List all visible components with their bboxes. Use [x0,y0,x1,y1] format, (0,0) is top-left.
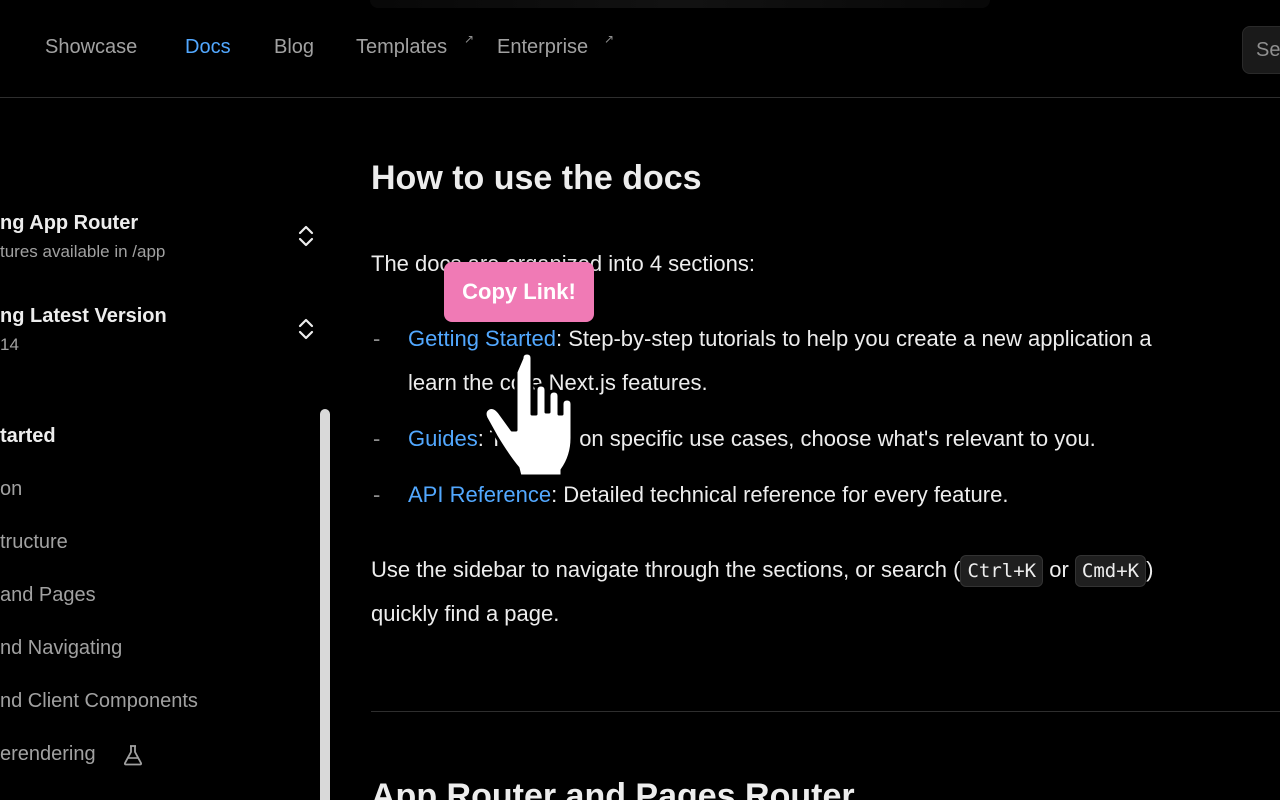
flask-icon [123,745,143,766]
sidebar-item-project-structure[interactable]: tructure [0,531,68,554]
nav-enterprise-label: Enterprise [497,36,589,58]
docs-sidebar: ng App Router tures available in /app ng… [0,99,335,800]
section-heading: How to use the docs [371,159,702,197]
top-navigation: Showcase Docs Blog Templates ↗ Enterpris… [0,0,1280,98]
external-link-icon: ↗ [604,32,615,46]
sidebar-item-partial-prerendering[interactable]: erendering [0,743,96,766]
api-reference-link[interactable]: API Reference [408,482,551,507]
sidebar-item-linking-and-navigating[interactable]: nd Navigating [0,637,122,660]
search-button[interactable]: Se [1242,26,1280,74]
chevron-up-down-icon [298,318,314,340]
outro-line-2: quickly find a page. [371,601,560,626]
router-switcher-subtitle: tures available in /app [0,242,166,261]
external-link-icon: ↗ [464,32,475,46]
hand-pointer-cursor-icon [483,352,574,478]
outro-paragraph: Use the sidebar to navigate through the … [371,555,1153,587]
nav-enterprise[interactable]: Enterprise ↗ [497,32,614,59]
version-switcher[interactable]: ng Latest Version 14 [0,305,330,365]
nav-templates[interactable]: Templates ↗ [356,32,474,59]
outro-close: ) [1146,557,1154,582]
version-switcher-subtitle: 14 [0,335,19,354]
search-placeholder: Se [1256,39,1280,61]
list-bullet: - [373,426,381,451]
copy-link-tooltip: Copy Link! [444,262,594,322]
nav-blog[interactable]: Blog [274,36,314,59]
sidebar-item-server-and-client-components[interactable]: nd Client Components [0,690,198,713]
sidebar-section-getting-started[interactable]: tarted [0,425,56,448]
version-switcher-title: ng Latest Version [0,305,167,327]
list-bullet: - [373,482,381,507]
nav-showcase[interactable]: Showcase [45,36,137,59]
router-switcher-title: ng App Router [0,212,139,234]
list-bullet: - [373,326,381,351]
nav-templates-label: Templates [356,36,448,58]
outro-or: or [1043,557,1075,582]
list-item: Getting Started: Step-by-step tutorials … [408,326,1152,352]
sidebar-item-layouts-and-pages[interactable]: and Pages [0,584,96,607]
docs-page: Showcase Docs Blog Templates ↗ Enterpris… [0,0,1280,800]
list-item-text: : Step-by-step tutorials to help you cre… [555,326,1152,351]
section-divider [371,711,1280,712]
next-section-heading: App Router and Pages Router [371,777,855,800]
nav-docs[interactable]: Docs [185,36,231,59]
sidebar-item-label: erendering [0,743,96,765]
kbd-ctrl-k: Ctrl+K [960,555,1044,587]
sidebar-scrollbar[interactable] [320,409,330,800]
kbd-cmd-k: Cmd+K [1074,555,1147,587]
getting-started-link[interactable]: Getting Started [408,326,556,351]
list-item: API Reference: Detailed technical refere… [408,482,1008,508]
guides-link[interactable]: Guides [408,426,478,451]
chevron-up-down-icon [298,225,314,247]
list-item-text: : Detailed technical reference for every… [551,482,1009,507]
sidebar-item-installation[interactable]: on [0,478,22,501]
router-switcher[interactable]: ng App Router tures available in /app [0,212,330,272]
outro-text: Use the sidebar to navigate through the … [371,557,961,582]
